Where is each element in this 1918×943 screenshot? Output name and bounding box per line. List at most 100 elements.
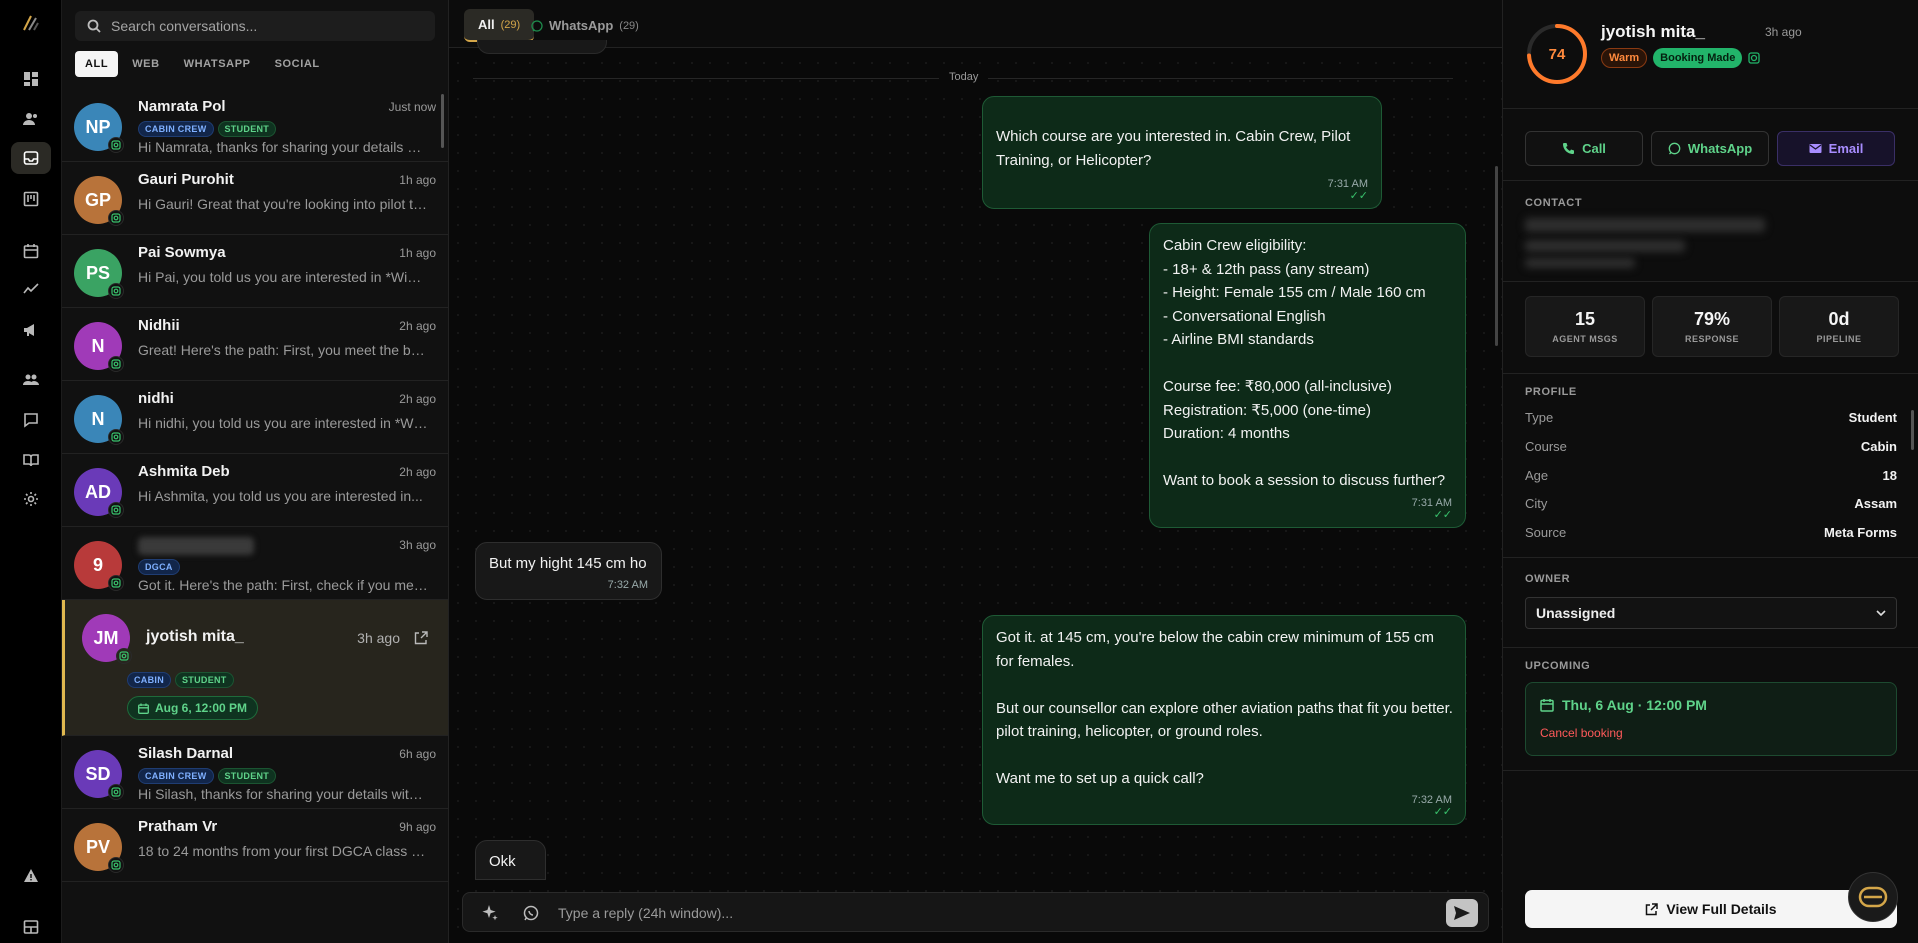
profile-scrollbar[interactable] <box>1911 410 1914 450</box>
tag-list: CABIN CREW STUDENT <box>138 121 277 137</box>
timestamp: 2h ago <box>399 392 436 406</box>
whatsapp-badge <box>108 784 124 800</box>
email-button[interactable]: Email <box>1777 131 1895 166</box>
message-outgoing: Which course are you interested in. Cabi… <box>982 96 1382 209</box>
stat-response: 79% RESPONSE <box>1652 296 1772 357</box>
search-input[interactable] <box>111 18 411 34</box>
whatsapp-icon <box>111 860 121 870</box>
conversation-item[interactable]: GP Gauri Purohit 1h ago Hi Gauri! Great tha… <box>62 162 448 235</box>
workspace-icon[interactable] <box>21 917 41 937</box>
field-key: Course <box>1525 439 1567 454</box>
profile-row-type: Type Student <box>1525 410 1897 425</box>
view-full-details-button[interactable]: View Full Details <box>1525 890 1897 928</box>
tag-list: CABIN CREW STUDENT <box>138 768 277 784</box>
field-key: Type <box>1525 410 1554 425</box>
whatsapp-badge <box>108 429 124 445</box>
field-key: City <box>1525 496 1548 511</box>
knowledge-icon[interactable] <box>21 450 41 470</box>
whatsapp-icon <box>531 19 543 32</box>
campaigns-icon[interactable] <box>21 320 41 340</box>
conversation-item[interactable]: AD Ashmita Deb 2h ago Hi Ashmita, you told … <box>62 454 448 527</box>
divider <box>1503 557 1918 558</box>
analytics-icon[interactable] <box>21 279 41 299</box>
message-preview: Great! Here's the path: First, you meet … <box>138 342 428 358</box>
message-preview: Hi Pai, you told us you are interested i… <box>138 269 428 285</box>
message-preview: Hi Silash, thanks for sharing your detai… <box>138 786 428 802</box>
reply-input[interactable] <box>558 901 1358 925</box>
field-value: 18 <box>1882 468 1897 483</box>
calendar-icon <box>1540 699 1554 712</box>
search-box[interactable] <box>75 11 435 41</box>
conversation-item[interactable]: Nnidhi 2h ago Hi nidhi, you told us you ar… <box>62 381 448 454</box>
message-text: Okk <box>489 853 516 870</box>
send-button[interactable] <box>1446 899 1478 927</box>
tag-list: CABIN STUDENT <box>127 672 234 688</box>
team-icon[interactable] <box>21 370 41 390</box>
field-key: Source <box>1525 525 1567 540</box>
message-text: Which course are you interested in. Cabi… <box>996 128 1351 169</box>
conversation-item-selected[interactable]: JM jyotish mita_ 3h ago CABIN STUDENT Aug 6, … <box>62 600 448 736</box>
chat-scrollbar[interactable] <box>1495 166 1498 346</box>
search-icon <box>87 19 101 33</box>
owner-heading: OWNER <box>1525 573 1571 585</box>
divider <box>1503 647 1918 648</box>
conversation-item[interactable]: SD Silash Darnal 6h ago CABIN CREW STUDENT Hi… <box>62 736 448 809</box>
tag-badge: DGCA <box>138 559 180 575</box>
message-preview: Hi nidhi, you told us you are interested… <box>138 415 428 431</box>
conversation-item[interactable]: NP Namrata Pol Just now CABIN CREW STUDENT Hi… <box>62 89 448 162</box>
message-text: Cabin Crew eligibility: - 18+ & 12th pas… <box>1163 237 1446 489</box>
tab-count: (29) <box>619 19 639 32</box>
booking-chip[interactable]: Aug 6, 12:00 PM <box>127 696 259 720</box>
filter-web[interactable]: WEB <box>122 51 169 77</box>
timestamp: 3h ago <box>399 538 436 552</box>
calendar-icon[interactable] <box>21 241 41 261</box>
contact-name: Pai Sowmya <box>138 244 226 261</box>
timestamp: Just now <box>388 100 436 114</box>
ai-sparkle-icon[interactable] <box>481 904 499 922</box>
contacts-icon[interactable] <box>21 109 41 129</box>
alert-icon[interactable] <box>21 866 41 886</box>
external-link-icon[interactable] <box>414 631 428 645</box>
whatsapp-button[interactable]: WhatsApp <box>1651 131 1769 166</box>
conversation-item[interactable]: N Nidhii 2h ago Great! Here's the path: Fir… <box>62 308 448 381</box>
stat-label: PIPELINE <box>1816 334 1862 344</box>
whatsapp-icon[interactable] <box>523 905 539 921</box>
whatsapp-icon <box>111 359 121 369</box>
read-check-icon: ✓✓ <box>1349 190 1368 202</box>
contact-name: jyotish mita_ <box>146 628 244 645</box>
cancel-booking-link[interactable]: Cancel booking <box>1540 726 1623 740</box>
conversation-item[interactable]: 9 3h ago DGCA Got it. Here's the path: Firs… <box>62 527 448 600</box>
lead-score: 74 <box>1548 45 1566 63</box>
whatsapp-badge <box>108 356 124 372</box>
inbox-icon[interactable] <box>11 142 51 174</box>
owner-select[interactable]: Unassigned <box>1525 597 1897 629</box>
filter-whatsapp[interactable]: WHATSAPP <box>174 51 261 77</box>
external-link-icon <box>1646 902 1659 915</box>
read-check-icon: ✓✓ <box>1433 509 1452 521</box>
conversation-item[interactable]: PV Pratham Vr 9h ago 18 to 24 months from y… <box>62 809 448 882</box>
call-button[interactable]: Call <box>1525 131 1643 166</box>
mail-icon <box>1809 144 1822 153</box>
stat-value: 15 <box>1574 309 1596 329</box>
board-icon[interactable] <box>21 189 41 209</box>
phone-icon <box>1563 143 1575 154</box>
field-value: Meta Forms <box>1824 525 1897 540</box>
filter-social[interactable]: SOCIAL <box>265 51 330 77</box>
messages-icon[interactable] <box>21 410 41 430</box>
contact-heading: CONTACT <box>1525 197 1583 209</box>
filter-all[interactable]: ALL <box>75 51 119 77</box>
divider <box>1503 281 1918 282</box>
tab-whatsapp[interactable]: WhatsApp (29) <box>517 9 653 42</box>
conversation-item[interactable]: PS Pai Sowmya 1h ago Hi Pai, you told us yo… <box>62 235 448 308</box>
send-icon <box>1454 906 1470 920</box>
settings-icon[interactable] <box>21 489 41 509</box>
divider <box>1503 770 1918 771</box>
lead-score-ring: 74 <box>1525 22 1589 86</box>
field-key: Age <box>1525 468 1549 483</box>
contact-name: Ashmita Deb <box>138 463 230 480</box>
dashboard-icon[interactable] <box>21 69 41 89</box>
conversation-items: NP Namrata Pol Just now CABIN CREW STUDENT Hi… <box>62 89 448 882</box>
contact-name: Silash Darnal <box>138 745 234 762</box>
timestamp: 1h ago <box>399 173 436 187</box>
assistant-launcher-icon[interactable] <box>1848 872 1898 922</box>
